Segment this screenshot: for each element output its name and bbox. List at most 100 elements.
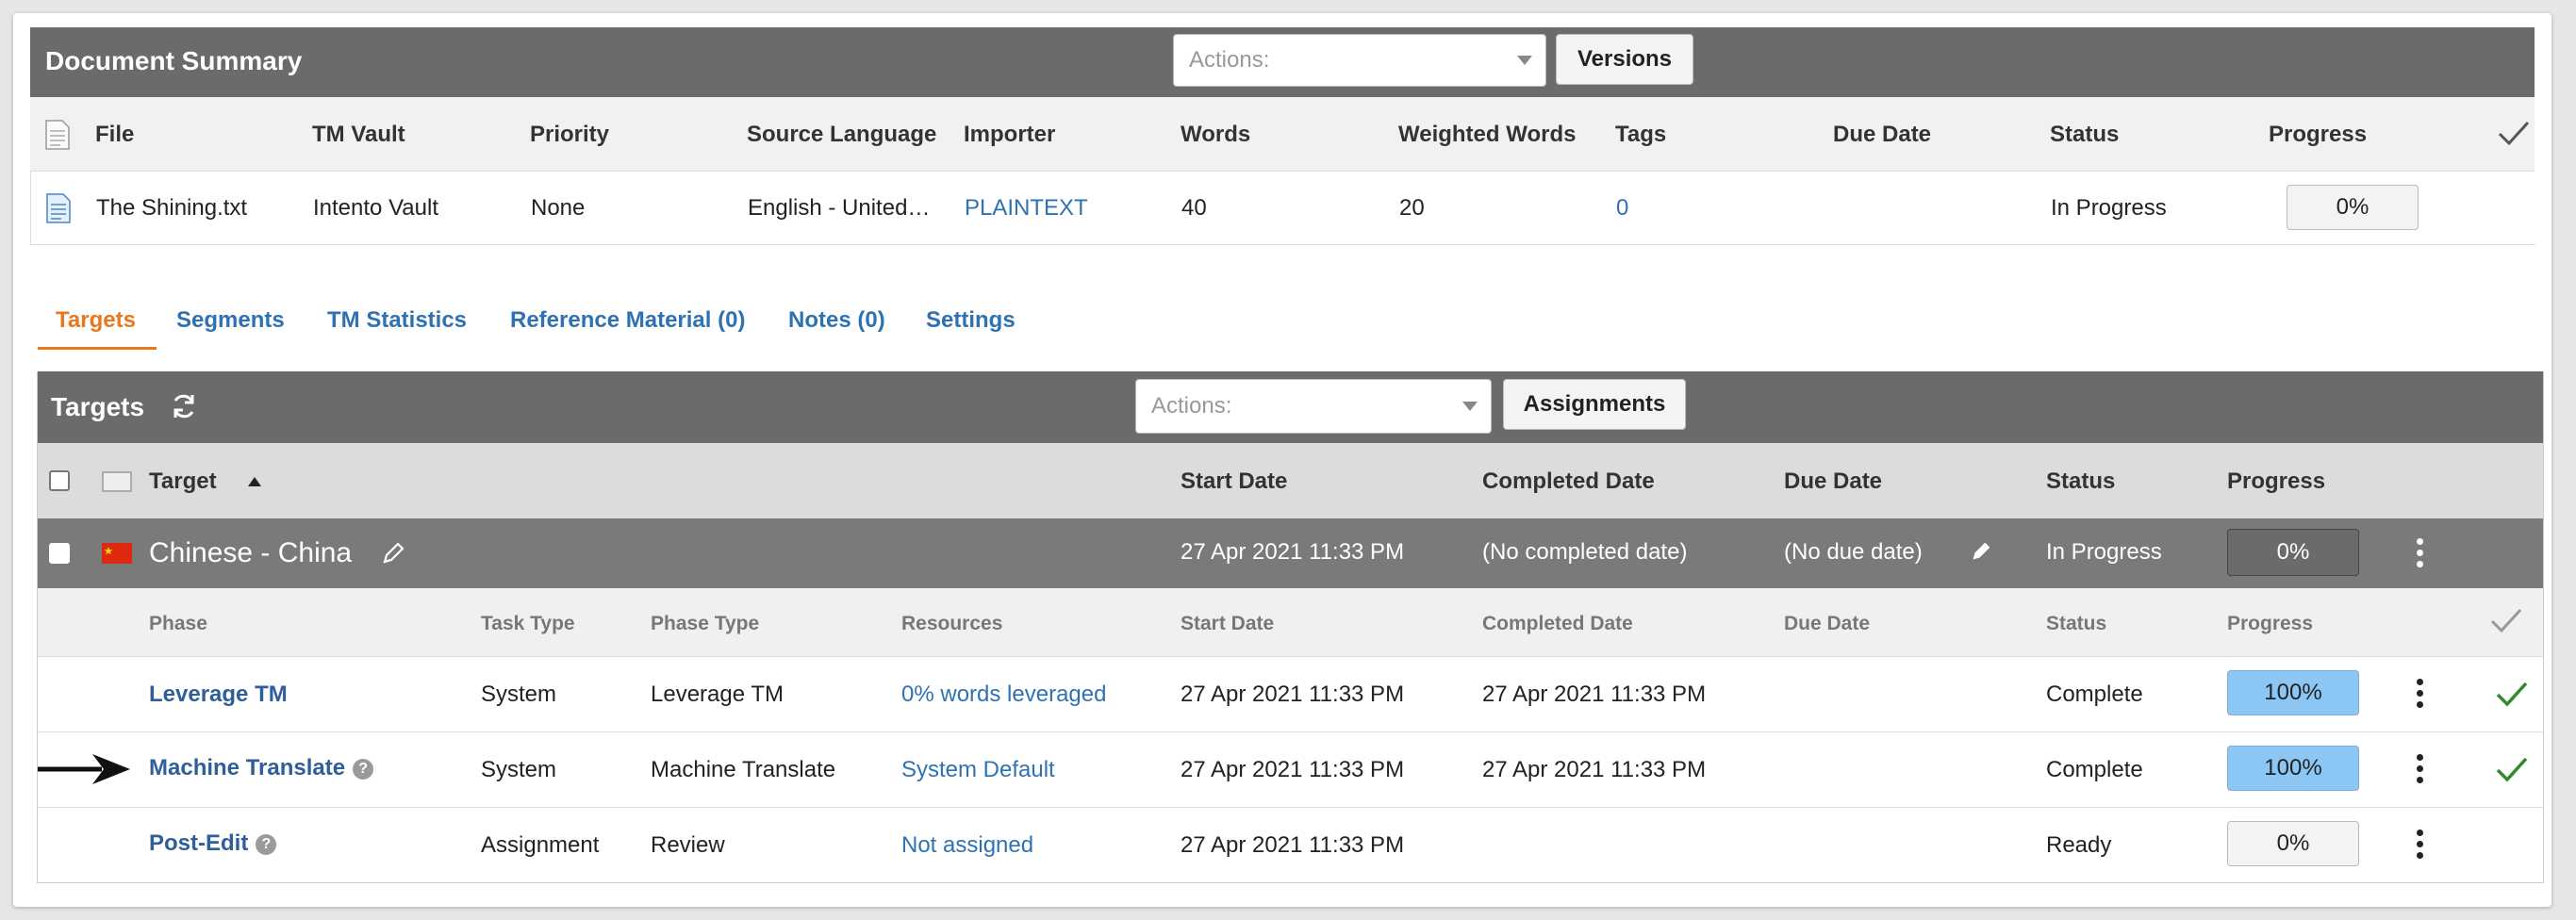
- col-status: Status: [2046, 468, 2116, 494]
- phase-name[interactable]: Leverage TM: [149, 682, 288, 708]
- phase-type: Machine Translate: [651, 757, 836, 782]
- importer-link[interactable]: PLAINTEXT: [965, 195, 1088, 222]
- priority-value: None: [531, 195, 586, 221]
- targets-actions-placeholder: Actions:: [1151, 393, 1232, 419]
- sort-ascending-icon: [248, 477, 261, 486]
- phase-type: Leverage TM: [651, 682, 784, 707]
- target-due-date: (No due date): [1784, 539, 1923, 565]
- resources-link[interactable]: Not assigned: [901, 832, 1033, 859]
- status: Ready: [2046, 832, 2112, 858]
- chevron-down-icon: [1462, 402, 1478, 411]
- col-phase-type: Phase Type: [651, 613, 760, 634]
- col-resources: Resources: [901, 613, 1003, 634]
- china-flag-icon: [102, 543, 132, 564]
- document-actions-select[interactable]: Actions:: [1173, 34, 1546, 87]
- complete-check-icon: [2496, 757, 2528, 782]
- col-tm-vault: TM Vault: [312, 122, 405, 147]
- resources-link[interactable]: System Default: [901, 757, 1055, 783]
- page: Document Summary Actions: Versions File …: [13, 13, 2551, 907]
- tab-segments[interactable]: Segments: [176, 307, 285, 334]
- active-tab-underline: [38, 347, 157, 350]
- col-completed-date: Completed Date: [1482, 468, 1655, 494]
- phase-row-post-edit: Post-Edit? Assignment Review Not assigne…: [38, 807, 2544, 883]
- phase-type: Review: [651, 832, 725, 858]
- targets-actions-select[interactable]: Actions:: [1135, 379, 1492, 434]
- help-icon[interactable]: ?: [256, 833, 277, 855]
- weighted-words-value: 20: [1399, 195, 1425, 221]
- col-phase-completed-date: Completed Date: [1482, 613, 1633, 634]
- target-row-checkbox[interactable]: [49, 543, 70, 564]
- col-progress: Progress: [2269, 122, 2368, 147]
- words-value: 40: [1181, 195, 1207, 221]
- target-status: In Progress: [2046, 539, 2162, 565]
- tab-settings[interactable]: Settings: [926, 307, 1016, 334]
- document-summary-title: Document Summary: [45, 46, 303, 75]
- document-summary-header: Document Summary Actions: Versions: [30, 27, 2535, 97]
- col-task-type: Task Type: [481, 613, 575, 634]
- targets-header: Targets Actions: Assignments: [38, 371, 2544, 443]
- phase-name-wrap: Machine Translate?: [149, 755, 374, 781]
- versions-button[interactable]: Versions: [1556, 34, 1693, 85]
- phase-row-leverage-tm: Leverage TM System Leverage TM 0% words …: [38, 656, 2544, 732]
- help-icon[interactable]: ?: [353, 758, 374, 780]
- select-all-checkbox[interactable]: [49, 470, 70, 491]
- phase-name[interactable]: Machine Translate: [149, 755, 345, 780]
- target-language-row[interactable]: Chinese - China 27 Apr 2021 11:33 PM (No…: [38, 518, 2544, 588]
- resources-link[interactable]: 0% words leveraged: [901, 682, 1106, 708]
- targets-column-header: Target Start Date Completed Date Due Dat…: [38, 443, 2544, 518]
- checkmark-icon: [2490, 608, 2522, 633]
- document-summary-row: The Shining.txt Intento Vault None Engli…: [30, 171, 2535, 245]
- target-completed-date: (No completed date): [1482, 539, 1688, 565]
- col-target[interactable]: Target: [149, 468, 217, 495]
- file-icon: [45, 120, 70, 150]
- edit-due-date-icon[interactable]: [1971, 541, 1991, 562]
- phase-more-options-icon[interactable]: [2416, 679, 2423, 708]
- col-source-language: Source Language: [747, 122, 937, 147]
- tab-tm-statistics[interactable]: TM Statistics: [327, 307, 467, 334]
- target-progress: 0%: [2227, 529, 2359, 576]
- phase-name[interactable]: Post-Edit: [149, 830, 248, 856]
- status-value: In Progress: [2051, 195, 2167, 221]
- progress-box: 0%: [2287, 185, 2419, 230]
- progress-box: 100%: [2227, 746, 2359, 791]
- col-progress: Progress: [2227, 468, 2326, 494]
- target-start-date: 27 Apr 2021 11:33 PM: [1181, 539, 1405, 565]
- checkmark-icon: [2498, 121, 2530, 146]
- tm-vault-value: Intento Vault: [313, 195, 438, 221]
- col-due-date: Due Date: [1784, 468, 1883, 494]
- document-actions-placeholder: Actions:: [1189, 47, 1270, 73]
- col-weighted-words: Weighted Words: [1398, 122, 1577, 147]
- phase-name-wrap: Post-Edit?: [149, 830, 277, 857]
- completed-date: 27 Apr 2021 11:33 PM: [1482, 757, 1707, 782]
- phase-column-header: Phase Task Type Phase Type Resources Sta…: [38, 588, 2544, 657]
- tab-notes[interactable]: Notes (0): [788, 307, 885, 334]
- edit-pencil-icon[interactable]: [381, 541, 405, 566]
- task-type: System: [481, 757, 557, 782]
- target-language-name[interactable]: Chinese - China: [149, 537, 352, 569]
- text-file-icon: [46, 193, 71, 223]
- phase-more-options-icon[interactable]: [2416, 830, 2423, 859]
- start-date: 27 Apr 2021 11:33 PM: [1181, 832, 1405, 858]
- complete-check-icon: [2496, 682, 2528, 707]
- tags-link[interactable]: 0: [1616, 195, 1628, 222]
- tab-targets[interactable]: Targets: [56, 307, 136, 334]
- completed-date: 27 Apr 2021 11:33 PM: [1482, 682, 1707, 707]
- status: Complete: [2046, 757, 2143, 782]
- col-words: Words: [1181, 122, 1251, 147]
- col-tags: Tags: [1615, 122, 1667, 147]
- task-type: Assignment: [481, 832, 600, 858]
- progress-box: 100%: [2227, 670, 2359, 715]
- tab-reference-material[interactable]: Reference Material (0): [510, 307, 745, 334]
- col-importer: Importer: [964, 122, 1056, 147]
- refresh-icon[interactable]: [170, 392, 198, 420]
- assignments-button[interactable]: Assignments: [1503, 379, 1686, 430]
- source-language-value: English - United…: [748, 195, 931, 221]
- file-name: The Shining.txt: [96, 195, 248, 221]
- chevron-down-icon: [1517, 56, 1532, 65]
- target-more-options-icon[interactable]: [2416, 538, 2423, 567]
- phase-row-machine-translate: Machine Translate? System Machine Transl…: [38, 731, 2544, 808]
- start-date: 27 Apr 2021 11:33 PM: [1181, 682, 1405, 707]
- phase-more-options-icon[interactable]: [2416, 754, 2423, 783]
- arrow-right-icon: [38, 754, 130, 784]
- task-type: System: [481, 682, 557, 707]
